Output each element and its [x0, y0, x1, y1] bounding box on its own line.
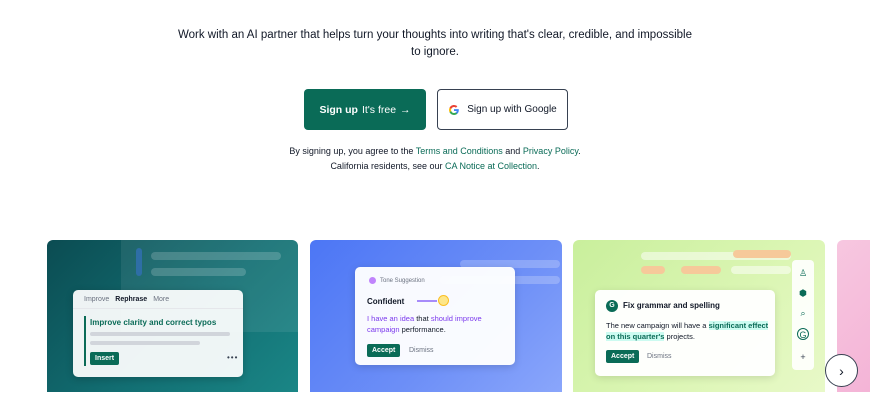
legal-line2: California residents, see our CA Notice …: [0, 159, 870, 174]
tone-dot-icon: [369, 277, 376, 284]
accent-bar: [84, 316, 86, 366]
legal-and: and: [502, 146, 523, 156]
carousel-next-button[interactable]: ›: [825, 354, 858, 387]
tone-name: Confident: [367, 297, 405, 306]
feature-card-grammar[interactable]: G Fix grammar and spelling The new campa…: [573, 240, 825, 392]
tone-suggestion-header: Tone Suggestion: [369, 277, 425, 284]
tone-meter: [417, 300, 437, 302]
google-signup-label: Sign up with Google: [467, 104, 557, 115]
legal-notice: By signing up, you agree to the Terms an…: [0, 144, 870, 174]
tone-mid: that: [414, 314, 431, 323]
tone-popup: Tone Suggestion Confident I have an idea…: [355, 267, 515, 365]
signup-button-free: It's free: [361, 103, 397, 116]
hero-subtitle-line1: Work with an AI partner that helps turn …: [177, 29, 692, 41]
signup-button[interactable]: Sign up It's free →: [304, 89, 426, 130]
dismiss-button[interactable]: Dismiss: [647, 353, 672, 360]
ca-notice-link[interactable]: CA Notice at Collection: [445, 161, 537, 171]
legal-line2-suffix: .: [537, 161, 540, 171]
shield-check-icon[interactable]: ⬢: [797, 287, 809, 299]
arrow-right-icon: →: [400, 103, 411, 116]
insert-button[interactable]: Insert: [90, 352, 120, 365]
highlight-bar: [681, 266, 721, 274]
feature-card-rewrite[interactable]: Improve Rephrase More Improve clarity an…: [47, 240, 298, 392]
tab-improve[interactable]: Improve: [84, 296, 109, 303]
grammar-popup: G Fix grammar and spelling The new campa…: [595, 290, 775, 376]
grammarly-icon[interactable]: G: [797, 328, 809, 340]
google-g-icon: [449, 104, 460, 115]
plus-icon[interactable]: +: [797, 351, 809, 363]
assistant-sidebar: ♙ ⬢ ⌕ G +: [792, 260, 814, 370]
more-options-icon[interactable]: •••: [227, 353, 238, 362]
user-icon[interactable]: ♙: [797, 267, 809, 279]
placeholder-bar: [151, 252, 281, 260]
rewrite-popup: Improve Rephrase More Improve clarity an…: [73, 290, 243, 377]
tone-suggestion-label: Tone Suggestion: [380, 277, 425, 284]
google-signup-button[interactable]: Sign up with Google: [437, 89, 568, 130]
rewrite-title: Improve clarity and correct typos: [90, 318, 217, 327]
accept-button[interactable]: Accept: [367, 344, 401, 357]
cursor-handle: [136, 248, 142, 276]
placeholder-line: [90, 332, 230, 336]
signup-button-label: Sign up: [319, 103, 358, 116]
tone-post: performance.: [399, 325, 446, 334]
grammarly-icon: G: [606, 300, 618, 312]
tone-text: I have an idea that should improve campa…: [367, 313, 507, 335]
privacy-link[interactable]: Privacy Policy: [523, 146, 578, 156]
grammar-pre: The new campaign will have a: [606, 321, 709, 330]
placeholder-bar: [151, 268, 246, 276]
rewrite-tabs: Improve Rephrase More: [84, 296, 169, 303]
highlight-bar: [733, 250, 791, 258]
grammar-title: Fix grammar and spelling: [623, 301, 720, 310]
divider: [73, 308, 243, 309]
terms-link[interactable]: Terms and Conditions: [416, 146, 503, 156]
accept-button[interactable]: Accept: [606, 350, 640, 363]
tab-more[interactable]: More: [153, 296, 169, 303]
legal-line1: By signing up, you agree to the Terms an…: [0, 144, 870, 159]
legal-prefix: By signing up, you agree to the: [289, 146, 416, 156]
grammar-text: The new campaign will have a significant…: [606, 320, 771, 342]
tone-highlight: I have an idea: [367, 314, 415, 323]
chevron-right-icon: ›: [839, 362, 844, 379]
placeholder-bar: [731, 266, 791, 274]
emoji-icon: [438, 295, 449, 306]
legal-line2-prefix: California residents, see our: [330, 161, 445, 171]
legal-period: .: [578, 146, 581, 156]
tab-rephrase[interactable]: Rephrase: [115, 296, 147, 303]
feature-card-tone[interactable]: Tone Suggestion Confident I have an idea…: [310, 240, 562, 392]
hero-subtitle-line2: to ignore.: [411, 46, 459, 58]
grammar-post: projects.: [664, 332, 695, 341]
placeholder-line: [90, 341, 200, 345]
search-icon[interactable]: ⌕: [797, 307, 809, 319]
hero-subtitle: Work with an AI partner that helps turn …: [0, 27, 870, 61]
dismiss-button[interactable]: Dismiss: [409, 347, 434, 354]
highlight-bar: [641, 266, 665, 274]
